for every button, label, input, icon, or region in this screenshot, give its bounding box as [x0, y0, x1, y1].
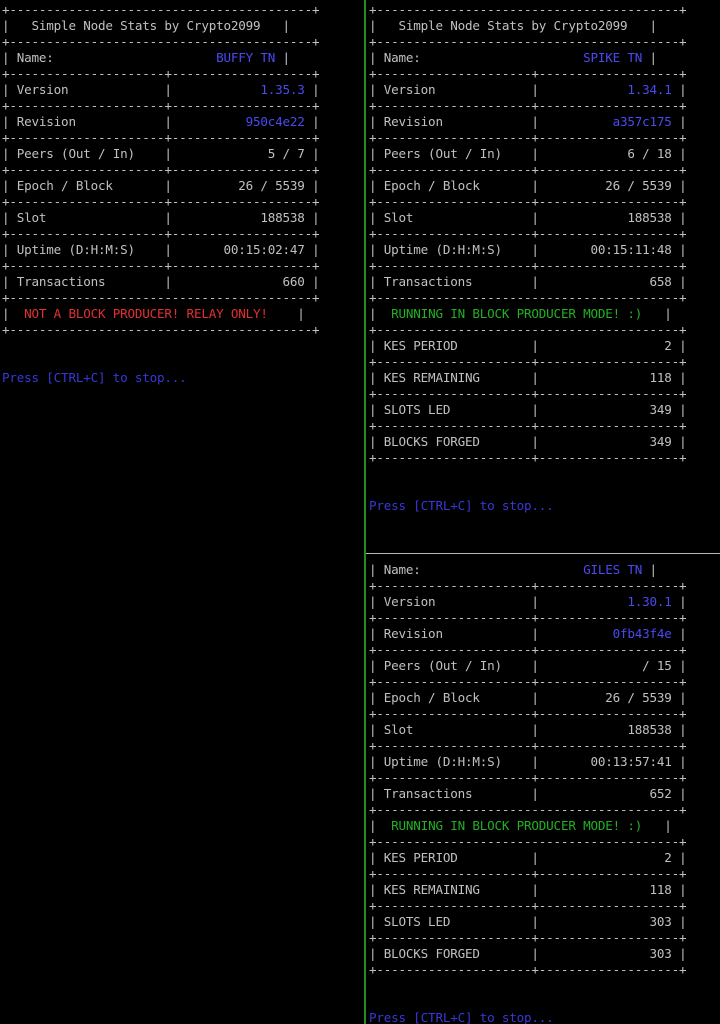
terminal-pane-left[interactable]: +---------------------------------------… [0, 0, 364, 1024]
stop-hint: Press [CTRL+C] to stop... [2, 370, 187, 385]
table-title: Simple Node Stats by Crypto2099 [31, 18, 261, 33]
transactions-label: Transactions [16, 274, 106, 289]
blocks-forged-label: BLOCKS FORGED [383, 946, 480, 961]
pane-divider-horizontal[interactable] [366, 553, 720, 554]
stop-hint: Press [CTRL+C] to stop... [369, 498, 554, 513]
name-label: Name: [16, 50, 54, 65]
uptime-label: Uptime (D:H:M:S) [16, 242, 135, 257]
transactions-label: Transactions [383, 274, 473, 289]
peers-value: / 15 [642, 658, 672, 673]
version-value: 1.34.1 [627, 82, 672, 97]
blocks-forged-value: 303 [649, 946, 672, 961]
slots-led-label: SLOTS LED [383, 914, 451, 929]
epoch-value: 26 / 5539 [605, 690, 672, 705]
version-value: 1.30.1 [627, 594, 672, 609]
slot-label: Slot [16, 210, 47, 225]
kes-period-label: KES PERIOD [383, 850, 458, 865]
kes-remaining-value: 118 [649, 882, 672, 897]
epoch-label: Epoch / Block [16, 178, 113, 193]
peers-value: 6 / 18 [627, 146, 672, 161]
revision-value: 950c4e22 [245, 114, 305, 129]
uptime-label: Uptime (D:H:M:S) [383, 754, 502, 769]
node-name-value: SPIKE TN [583, 50, 643, 65]
stats-table-right-top: +---------------------------------------… [369, 2, 687, 513]
uptime-label: Uptime (D:H:M:S) [383, 242, 502, 257]
epoch-label: Epoch / Block [383, 178, 480, 193]
stats-table-left: +---------------------------------------… [2, 2, 320, 385]
slot-label: Slot [383, 210, 414, 225]
transactions-label: Transactions [383, 786, 473, 801]
blocks-forged-label: BLOCKS FORGED [383, 434, 480, 449]
version-label: Version [383, 82, 436, 97]
terminal-pane-right-bottom[interactable]: | Name: GILES TN | +---------------------… [367, 555, 720, 1024]
slots-led-value: 303 [649, 914, 672, 929]
table-title: Simple Node Stats by Crypto2099 [398, 18, 628, 33]
epoch-label: Epoch / Block [383, 690, 480, 705]
uptime-value: 00:15:11:48 [590, 242, 672, 257]
revision-label: Revision [383, 626, 443, 641]
peers-value: 5 / 7 [267, 146, 305, 161]
transactions-value: 658 [649, 274, 672, 289]
revision-value: 0fb43f4e [612, 626, 672, 641]
peers-label: Peers (Out / In) [383, 658, 502, 673]
blocks-forged-value: 349 [649, 434, 672, 449]
block-producer-status: RUNNING IN BLOCK PRODUCER MODE! :) [391, 306, 643, 321]
transactions-value: 660 [282, 274, 305, 289]
version-label: Version [383, 594, 436, 609]
transactions-value: 652 [649, 786, 672, 801]
slot-value: 188538 [627, 210, 672, 225]
relay-only-warning: NOT A BLOCK PRODUCER! RELAY ONLY! [24, 306, 268, 321]
kes-period-label: KES PERIOD [383, 338, 458, 353]
pane-divider-vertical[interactable] [364, 0, 366, 1024]
peers-label: Peers (Out / In) [16, 146, 135, 161]
slot-value: 188538 [627, 722, 672, 737]
slots-led-value: 349 [649, 402, 672, 417]
epoch-value: 26 / 5539 [605, 178, 672, 193]
version-value: 1.35.3 [260, 82, 305, 97]
uptime-value: 00:15:02:47 [223, 242, 305, 257]
name-label: Name: [383, 50, 421, 65]
uptime-value: 00:13:57:41 [590, 754, 672, 769]
kes-remaining-label: KES REMAINING [383, 370, 480, 385]
node-name-value: GILES TN [583, 562, 643, 577]
slots-led-label: SLOTS LED [383, 402, 451, 417]
block-producer-status: RUNNING IN BLOCK PRODUCER MODE! :) [391, 818, 643, 833]
slot-value: 188538 [260, 210, 305, 225]
revision-value: a357c175 [612, 114, 672, 129]
name-label: Name: [383, 562, 421, 577]
revision-label: Revision [383, 114, 443, 129]
kes-remaining-value: 118 [649, 370, 672, 385]
stats-table-right-bottom: | Name: GILES TN | +---------------------… [369, 562, 687, 1024]
kes-period-value: 2 [664, 850, 672, 865]
terminal-pane-right-top[interactable]: +---------------------------------------… [367, 0, 720, 552]
version-label: Version [16, 82, 69, 97]
stop-hint: Press [CTRL+C] to stop... [369, 1010, 554, 1024]
kes-period-value: 2 [664, 338, 672, 353]
epoch-value: 26 / 5539 [238, 178, 305, 193]
revision-label: Revision [16, 114, 76, 129]
peers-label: Peers (Out / In) [383, 146, 502, 161]
kes-remaining-label: KES REMAINING [383, 882, 480, 897]
slot-label: Slot [383, 722, 414, 737]
node-name-value: BUFFY TN [216, 50, 276, 65]
